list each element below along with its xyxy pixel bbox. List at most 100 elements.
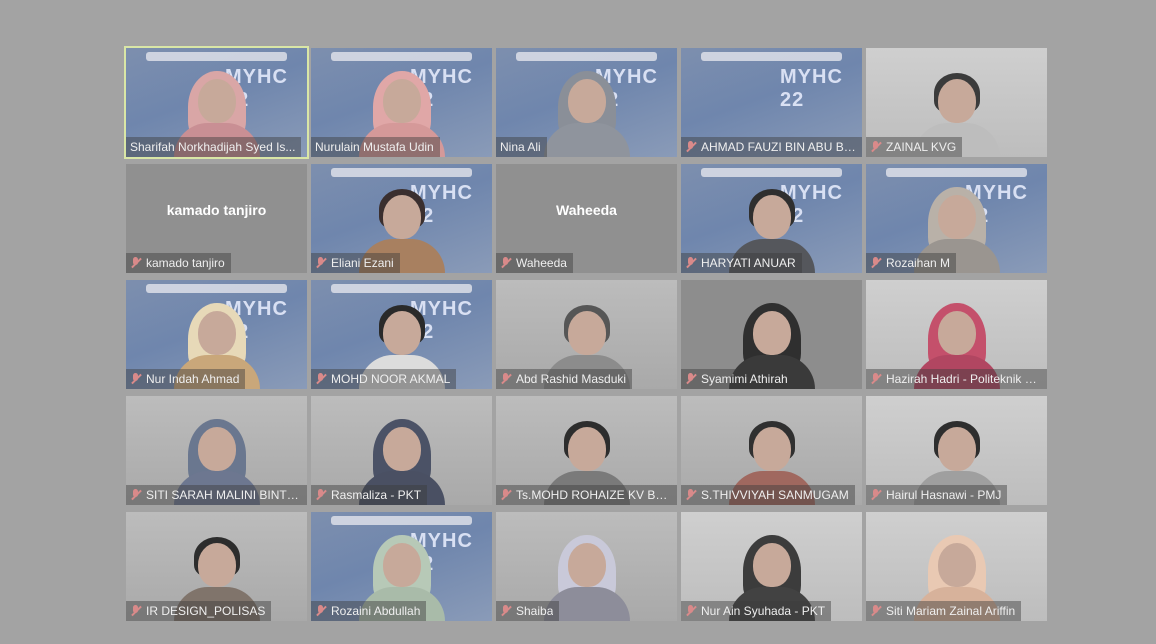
mic-muted-icon	[685, 488, 697, 502]
participant-tile[interactable]: Rasmaliza - PKT	[311, 396, 492, 505]
participant-name-label: ZAINAL KVG	[866, 137, 963, 157]
mic-muted-icon	[315, 604, 327, 618]
mic-muted-icon	[315, 372, 327, 386]
participant-tile[interactable]: Syamimi Athirah	[681, 280, 862, 389]
participant-name: Syamimi Athirah	[701, 372, 788, 386]
participant-tile[interactable]: Abd Rashid Masduki	[496, 280, 677, 389]
participant-tile[interactable]: MYHC 22Nina Ali	[496, 48, 677, 157]
participant-name-label: Rozaihan M	[866, 253, 957, 273]
participant-name-label: Eliani Ezani	[311, 253, 400, 273]
participant-tile[interactable]: MYHC 22Nur Indah Ahmad	[126, 280, 307, 389]
mic-muted-icon	[870, 604, 882, 618]
participant-name-label: MOHD NOOR AKMAL	[311, 369, 457, 389]
participant-tile[interactable]: S.THIVVIYAH SANMUGAM	[681, 396, 862, 505]
mic-muted-icon	[130, 372, 142, 386]
participant-tile[interactable]: Shaiba	[496, 512, 677, 621]
participant-tile[interactable]: MYHC 22Eliani Ezani	[311, 164, 492, 273]
event-banner	[701, 52, 842, 61]
participant-name-label: AHMAD FAUZI BIN ABU BA...	[681, 137, 862, 157]
mic-muted-icon	[500, 256, 512, 270]
participant-name: Hairul Hasnawi - PMJ	[886, 488, 1002, 502]
participant-name: kamado tanjiro	[146, 256, 225, 270]
mic-muted-icon	[685, 256, 697, 270]
mic-muted-icon	[870, 372, 882, 386]
participant-tile[interactable]: Ts.MOHD ROHAIZE KV BAT...	[496, 396, 677, 505]
participant-tile[interactable]: MYHC 22MOHD NOOR AKMAL	[311, 280, 492, 389]
meeting-window: MYHC 22Sharifah Norkhadijah Syed Is...MY…	[0, 0, 1156, 644]
participant-tile[interactable]: MYHC 22HARYATI ANUAR	[681, 164, 862, 273]
participant-name: Nur Indah Ahmad	[146, 372, 240, 386]
event-banner	[331, 168, 472, 177]
participant-name: ZAINAL KVG	[886, 140, 957, 154]
participant-name: Nur Ain Syuhada - PKT	[701, 604, 826, 618]
participant-name: Nina Ali	[500, 140, 541, 154]
participant-name-label: Rasmaliza - PKT	[311, 485, 428, 505]
participant-name-label: HARYATI ANUAR	[681, 253, 802, 273]
participant-tile[interactable]: Hazirah Hadri - Politeknik S...	[866, 280, 1047, 389]
mic-muted-icon	[315, 256, 327, 270]
participant-tile[interactable]: MYHC 22 AHMAD FAUZI BIN ABU BA...	[681, 48, 862, 157]
participant-name: SITI SARAH MALINI BINTI ...	[146, 488, 301, 502]
participant-name: Rozaihan M	[886, 256, 951, 270]
mic-muted-icon	[130, 488, 142, 502]
participant-tile[interactable]: Siti Mariam Zainal Ariffin	[866, 512, 1047, 621]
participant-name-label: SITI SARAH MALINI BINTI ...	[126, 485, 307, 505]
participant-tile[interactable]: MYHC 22Rozaini Abdullah	[311, 512, 492, 621]
participant-name-label: Siti Mariam Zainal Ariffin	[866, 601, 1022, 621]
participant-name-label: Abd Rashid Masduki	[496, 369, 633, 389]
event-banner	[886, 168, 1027, 177]
participant-display-name: kamado tanjiro	[166, 202, 267, 218]
participant-tile[interactable]: MYHC 22Sharifah Norkhadijah Syed Is...	[124, 46, 309, 159]
participant-name-label: Hazirah Hadri - Politeknik S...	[866, 369, 1047, 389]
participant-name-label: IR DESIGN_POLISAS	[126, 601, 272, 621]
participant-tile[interactable]: IR DESIGN_POLISAS	[126, 512, 307, 621]
participant-name: Abd Rashid Masduki	[516, 372, 627, 386]
participant-tile[interactable]: ZAINAL KVG	[866, 48, 1047, 157]
participant-name: Eliani Ezani	[331, 256, 394, 270]
participant-gallery: MYHC 22Sharifah Norkhadijah Syed Is...MY…	[124, 46, 1048, 628]
participant-tile[interactable]: Nur Ain Syuhada - PKT	[681, 512, 862, 621]
event-banner	[331, 284, 472, 293]
event-banner	[516, 52, 657, 61]
participant-tile[interactable]: kamado tanjiro kamado tanjiro	[126, 164, 307, 273]
event-banner	[701, 168, 842, 177]
mic-muted-icon	[130, 256, 142, 270]
participant-name: MOHD NOOR AKMAL	[331, 372, 451, 386]
participant-name: Sharifah Norkhadijah Syed Is...	[130, 140, 296, 154]
participant-name: IR DESIGN_POLISAS	[146, 604, 266, 618]
participant-name-label: Nur Ain Syuhada - PKT	[681, 601, 832, 621]
participant-name: Waheeda	[516, 256, 567, 270]
participant-name-label: Nur Indah Ahmad	[126, 369, 246, 389]
event-banner	[146, 52, 287, 61]
participant-name-label: Shaiba	[496, 601, 560, 621]
event-logo: MYHC 22	[780, 66, 843, 111]
participant-tile[interactable]: SITI SARAH MALINI BINTI ...	[126, 396, 307, 505]
participant-name: AHMAD FAUZI BIN ABU BA...	[701, 140, 856, 154]
participant-tile[interactable]: MYHC 22Rozaihan M	[866, 164, 1047, 273]
participant-tile[interactable]: Waheeda Waheeda	[496, 164, 677, 273]
mic-muted-icon	[870, 488, 882, 502]
participant-name: Rozaini Abdullah	[331, 604, 421, 618]
participant-name: Shaiba	[516, 604, 554, 618]
mic-muted-icon	[685, 140, 697, 154]
event-banner	[331, 516, 472, 525]
participant-name: Rasmaliza - PKT	[331, 488, 422, 502]
mic-muted-icon	[130, 604, 142, 618]
mic-muted-icon	[500, 488, 512, 502]
participant-name-label: Sharifah Norkhadijah Syed Is...	[126, 137, 302, 157]
participant-name-label: Nurulain Mustafa Udin	[311, 137, 440, 157]
participant-tile[interactable]: MYHC 22Nurulain Mustafa Udin	[311, 48, 492, 157]
participant-name-label: kamado tanjiro	[126, 253, 231, 273]
participant-video-person	[543, 65, 630, 157]
participant-tile[interactable]: Hairul Hasnawi - PMJ	[866, 396, 1047, 505]
mic-muted-icon	[870, 256, 882, 270]
mic-muted-icon	[685, 604, 697, 618]
participant-name-label: Ts.MOHD ROHAIZE KV BAT...	[496, 485, 677, 505]
participant-name-label: Rozaini Abdullah	[311, 601, 427, 621]
participant-display-name: Waheeda	[556, 202, 617, 218]
mic-muted-icon	[500, 604, 512, 618]
participant-name: Nurulain Mustafa Udin	[315, 140, 434, 154]
participant-name: S.THIVVIYAH SANMUGAM	[701, 488, 849, 502]
participant-name-label: Syamimi Athirah	[681, 369, 794, 389]
mic-muted-icon	[685, 372, 697, 386]
